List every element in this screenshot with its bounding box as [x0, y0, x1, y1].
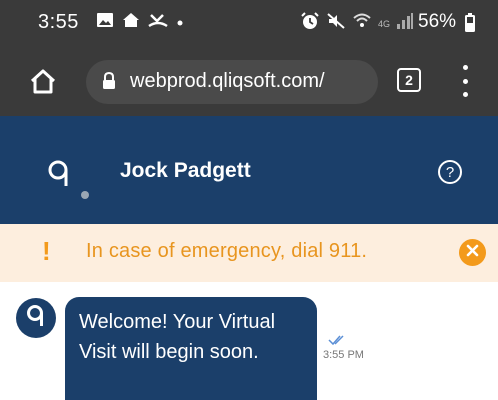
- close-icon: [466, 244, 479, 262]
- url-text: webprod.qliqsoft.com/: [130, 70, 325, 92]
- menu-button[interactable]: [455, 65, 475, 97]
- user-name: Jock Padgett: [120, 159, 251, 182]
- help-button[interactable]: ?: [438, 160, 462, 184]
- status-right-icons: 4G: [300, 12, 414, 35]
- missed-call-icon: [148, 12, 168, 33]
- address-bar[interactable]: webprod.qliqsoft.com/: [86, 60, 378, 104]
- menu-dot-icon: [462, 78, 468, 84]
- menu-dot-icon: [462, 65, 468, 70]
- mute-icon: [326, 12, 346, 35]
- browser-toolbar: webprod.qliqsoft.com/ 2: [0, 48, 498, 116]
- menu-dot-icon: [462, 92, 468, 97]
- image-icon: [96, 12, 114, 33]
- home-notification-icon: [122, 12, 140, 33]
- status-time: 3:55: [38, 11, 79, 33]
- message-text: Welcome! Your Virtual Visit will begin s…: [79, 311, 276, 363]
- home-button[interactable]: [26, 66, 60, 100]
- signal-icon: [396, 12, 414, 35]
- message-bubble: Welcome! Your Virtual Visit will begin s…: [65, 297, 317, 400]
- tab-count: 2: [405, 72, 413, 88]
- battery-icon: [464, 13, 476, 38]
- status-bar: 3:55 4G 56%: [0, 0, 498, 48]
- help-icon: ?: [445, 163, 455, 181]
- qliq-logo-icon: [46, 158, 72, 195]
- wifi-icon: [352, 12, 372, 35]
- dismiss-banner-button[interactable]: [459, 239, 486, 266]
- qliq-logo-icon: [25, 303, 47, 334]
- message-time: 3:55 PM: [323, 349, 364, 361]
- emergency-text: In case of emergency, dial 911.: [86, 240, 368, 262]
- lock-icon: [102, 71, 116, 95]
- battery-percent: 56%: [418, 11, 457, 32]
- alarm-icon: [300, 12, 320, 35]
- sender-avatar: [16, 298, 56, 338]
- status-left-icons: [96, 12, 184, 33]
- app-header: Jock Padgett ?: [0, 116, 498, 224]
- dot-icon: [176, 14, 184, 32]
- exclamation-icon: !: [42, 236, 51, 266]
- emergency-banner: ! In case of emergency, dial 911.: [0, 224, 498, 282]
- network-label: 4G: [378, 18, 391, 29]
- presence-indicator: [81, 191, 89, 199]
- home-icon: [28, 67, 58, 100]
- tabs-button[interactable]: 2: [397, 68, 421, 92]
